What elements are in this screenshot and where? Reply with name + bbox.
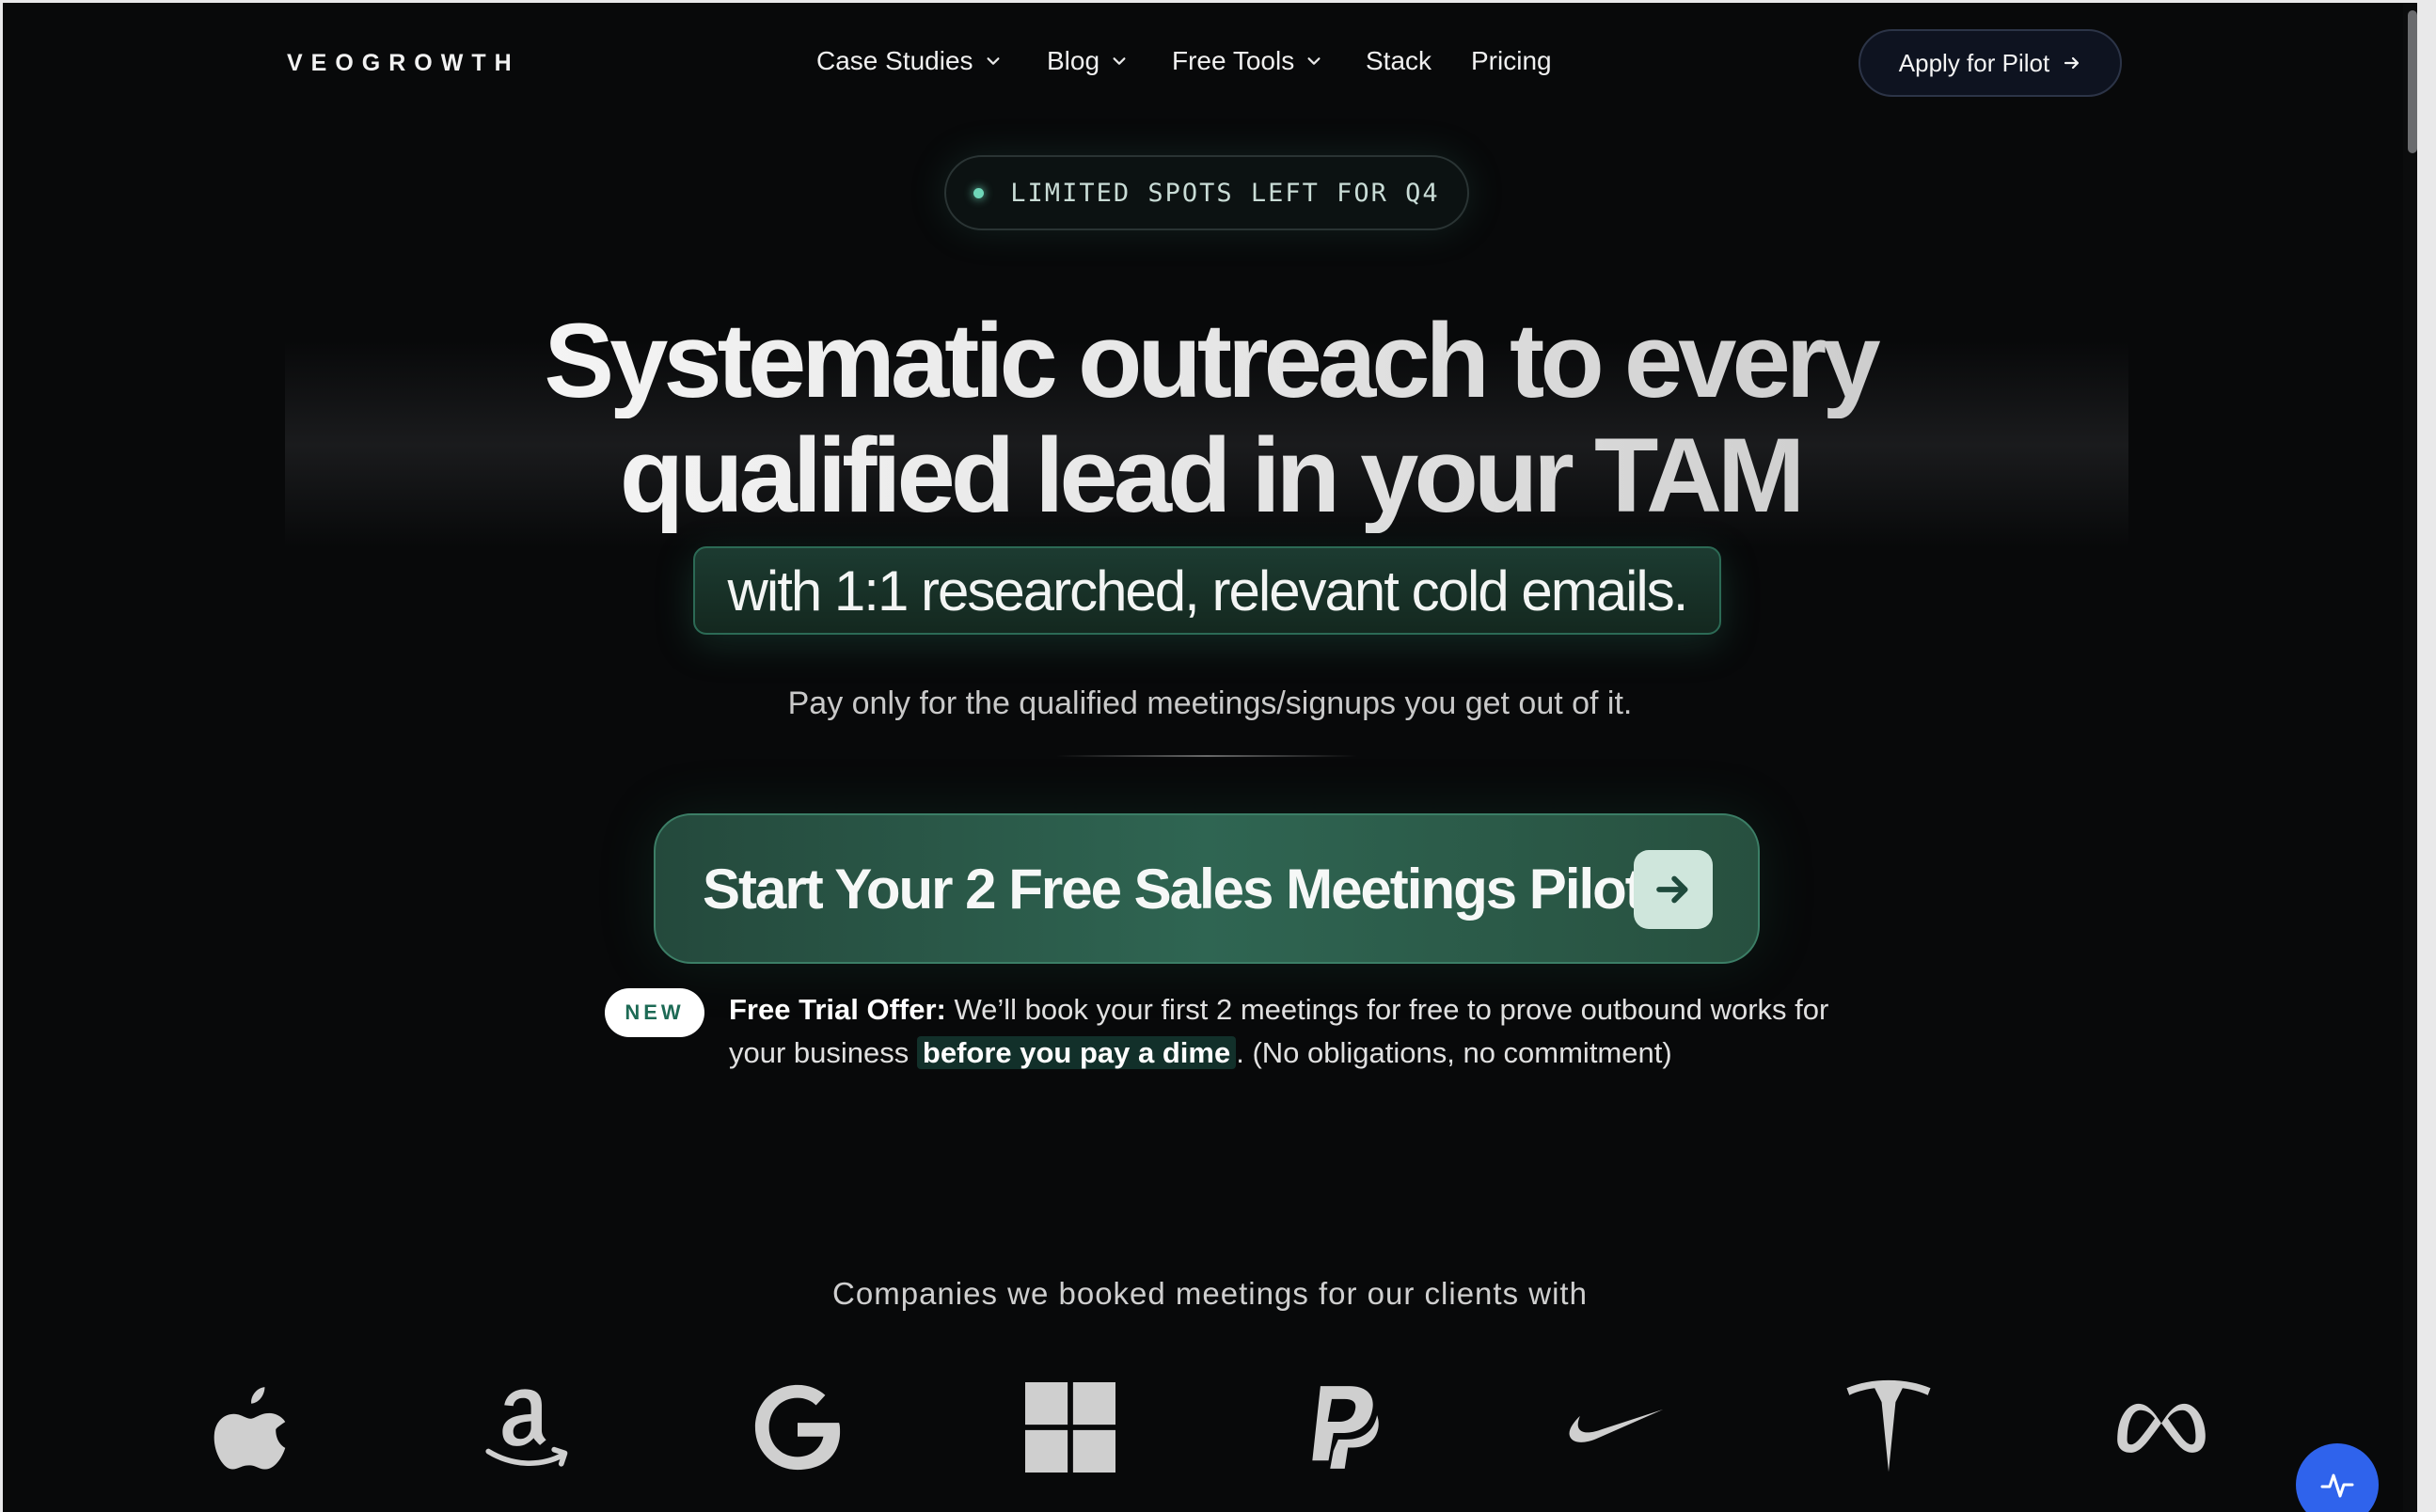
chevron-down-icon — [1307, 57, 1321, 65]
nav-pricing[interactable]: Pricing — [1471, 46, 1552, 76]
chevron-down-icon — [987, 57, 1000, 65]
nav-label: Blog — [1047, 46, 1100, 75]
nav-blog[interactable]: Blog — [1047, 46, 1128, 76]
site-logo[interactable]: VEOGROWTH — [287, 50, 520, 77]
google-logo — [741, 1376, 854, 1479]
pulse-icon — [2320, 1473, 2354, 1498]
offer-lead: Free Trial Offer: — [729, 993, 946, 1026]
amazon-logo — [468, 1376, 581, 1479]
nav-stack[interactable]: Stack — [1366, 46, 1432, 76]
subheadline-box: with 1:1 researched, relevant cold email… — [693, 546, 1721, 635]
divider — [1056, 755, 1357, 757]
badge-text: LIMITED SPOTS LEFT FOR Q4 — [1010, 178, 1440, 208]
page: VEOGROWTH Case Studies Blog Free Tools S… — [3, 3, 2417, 1512]
chevron-down-icon — [1113, 57, 1126, 65]
new-badge: NEW — [605, 988, 704, 1037]
companies-heading: Companies we booked meetings for our cli… — [832, 1276, 1588, 1311]
scrollbar-thumb[interactable] — [2408, 10, 2417, 153]
paypal-logo — [1287, 1376, 1400, 1479]
cta-label: Start Your 2 Free Sales Meetings Pilot — [703, 857, 1644, 921]
limited-spots-badge: LIMITED SPOTS LEFT FOR Q4 — [944, 155, 1469, 230]
subheadline: with 1:1 researched, relevant cold email… — [727, 559, 1689, 622]
company-logos — [3, 1376, 2417, 1488]
tesla-logo — [1832, 1376, 1945, 1479]
scrollbar-track[interactable] — [2403, 3, 2417, 1512]
apple-logo — [196, 1376, 308, 1479]
meta-logo — [2105, 1376, 2218, 1479]
nav-label: Case Studies — [816, 46, 973, 75]
offer-highlight: before you pay a dime — [916, 1036, 1237, 1069]
arrow-right-icon — [1634, 850, 1713, 929]
arrow-right-icon — [2064, 56, 2080, 70]
nav-case-studies[interactable]: Case Studies — [816, 46, 1002, 76]
nav-label: Stack — [1366, 46, 1432, 75]
headline-line-2: qualified lead in your TAM — [3, 418, 2417, 533]
pay-only-text: Pay only for the qualified meetings/sign… — [787, 685, 1633, 721]
nav-label: Free Tools — [1172, 46, 1295, 75]
status-dot-icon — [973, 187, 985, 198]
offer-text-2: . (No obligations, no commitment) — [1236, 1036, 1672, 1069]
free-trial-offer: Free Trial Offer: We’ll book your first … — [729, 988, 1839, 1075]
nav-label: Pricing — [1471, 46, 1552, 75]
headline-line-1: Systematic outreach to every — [3, 304, 2417, 418]
windows-logo — [1014, 1376, 1127, 1479]
nike-logo — [1559, 1376, 1672, 1479]
nav-free-tools[interactable]: Free Tools — [1172, 46, 1322, 76]
apply-button-label: Apply for Pilot — [1898, 48, 2050, 77]
start-pilot-button[interactable]: Start Your 2 Free Sales Meetings Pilot — [654, 813, 1760, 964]
apply-for-pilot-button[interactable]: Apply for Pilot — [1859, 29, 2122, 97]
